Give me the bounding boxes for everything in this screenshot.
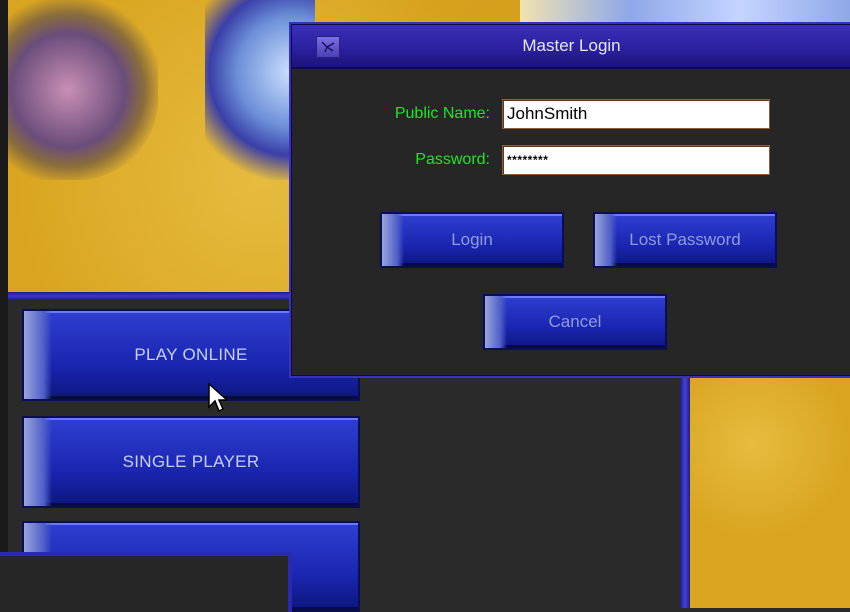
left-border: [0, 0, 8, 608]
password-label: Password:: [415, 151, 490, 168]
login-button-label: Login: [451, 230, 493, 249]
lost-password-button-label: Lost Password: [629, 230, 741, 249]
cancel-button[interactable]: Cancel: [483, 294, 667, 350]
divider-vertical: [680, 370, 690, 608]
login-button[interactable]: Login: [380, 212, 564, 268]
public-name-row: Public Name:: [362, 99, 770, 129]
password-row: Password:: [362, 145, 770, 175]
lost-password-button[interactable]: Lost Password: [593, 212, 777, 268]
banner-art-floral: [8, 0, 158, 180]
dialog-title: Master Login: [522, 36, 621, 55]
background-art-right: [690, 374, 850, 608]
password-input[interactable]: [502, 145, 770, 175]
divider-horizontal: [8, 292, 308, 300]
app-icon[interactable]: [316, 36, 340, 58]
banner-art-title: [520, 0, 850, 26]
mouse-cursor-icon: [208, 383, 227, 413]
public-name-input[interactable]: [502, 99, 770, 129]
single-player-label: SINGLE PLAYER: [122, 452, 260, 471]
master-login-dialog: Master Login Public Name: Password: Logi…: [291, 24, 850, 376]
single-player-button[interactable]: SINGLE PLAYER: [22, 416, 360, 508]
cancel-button-label: Cancel: [548, 312, 602, 331]
public-name-label: Public Name:: [394, 105, 490, 122]
dialog-titlebar[interactable]: Master Login: [292, 25, 850, 69]
bottom-panel: [0, 552, 292, 612]
play-online-label: PLAY ONLINE: [134, 345, 248, 364]
